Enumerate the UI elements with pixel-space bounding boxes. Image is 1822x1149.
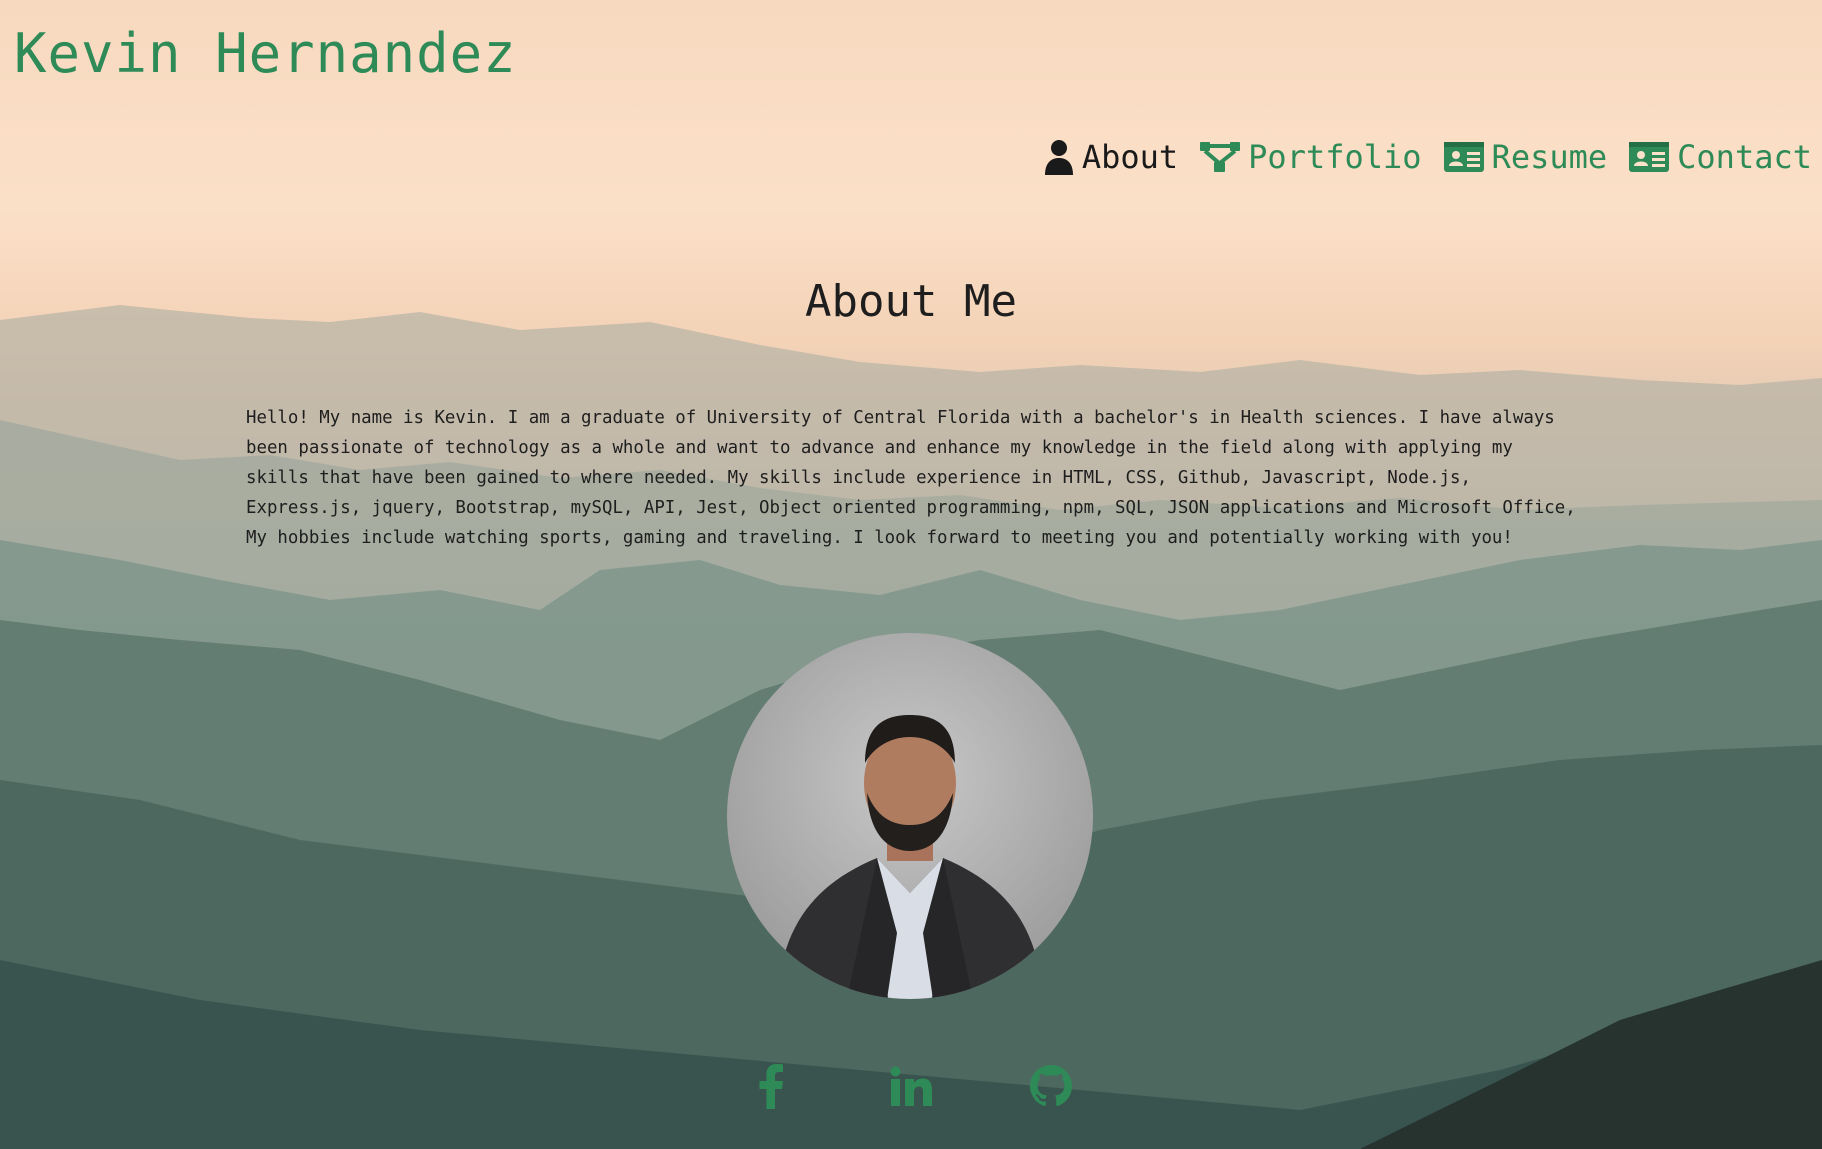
site-title: Kevin Hernandez [14,22,517,85]
nav-item-about[interactable]: About [1044,138,1178,176]
social-links [0,1062,1822,1114]
facebook-link[interactable] [749,1062,793,1114]
id-card-icon [1629,142,1670,172]
github-icon [1029,1064,1073,1112]
nav-item-label: Portfolio [1248,138,1422,176]
nav-item-portfolio[interactable]: Portfolio [1200,138,1422,176]
facebook-icon [758,1063,784,1113]
linkedin-link[interactable] [889,1062,933,1114]
nav-item-label: About [1081,138,1179,176]
nav-item-label: Resume [1491,138,1608,176]
nav-item-contact[interactable]: Contact [1629,138,1812,176]
id-card-icon [1443,142,1484,172]
linkedin-icon [890,1066,932,1110]
avatar [727,633,1093,999]
about-body: Hello! My name is Kevin. I am a graduate… [246,408,1576,548]
nav-item-resume[interactable]: Resume [1443,138,1608,176]
about-title: About Me [805,276,1017,327]
main-nav: About Portfolio Resume Contact [1044,138,1812,176]
github-link[interactable] [1029,1062,1073,1114]
user-icon [1044,139,1074,175]
nav-item-label: Contact [1677,138,1812,176]
sitemap-icon [1200,141,1241,173]
